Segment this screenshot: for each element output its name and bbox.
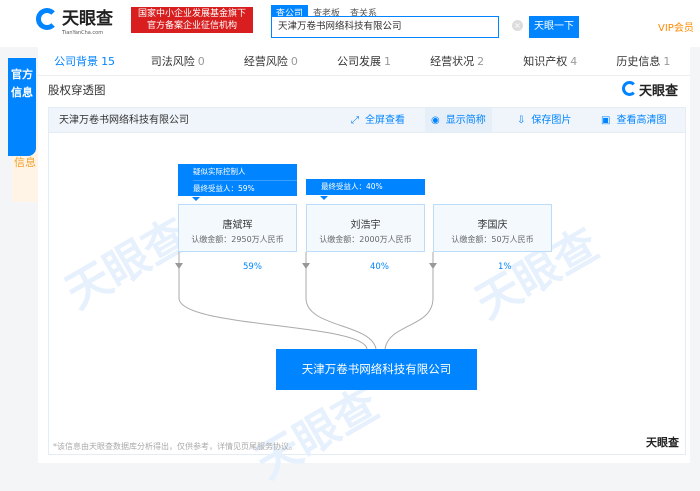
shareholder-amount: 认缴金额：2950万人民币: [191, 235, 284, 244]
badge-line: 官方备案企业征信机构: [146, 21, 237, 31]
shareholder-amount: 认缴金额：50万人民币: [451, 235, 534, 244]
tab-count: 15: [101, 55, 116, 68]
tab-count: 1: [383, 55, 391, 68]
tab-count: 4: [570, 55, 578, 68]
share-percent: 59%: [243, 262, 262, 272]
company-node[interactable]: 天津万卷书网络科技有限公司: [276, 349, 477, 390]
tab-operating-risk[interactable]: 经营风险 0: [224, 47, 317, 75]
tab-count: 0: [290, 55, 298, 68]
equity-chart: 天津万卷书网络科技有限公司 ⤢ 全屏查看 ◉ 显示简称 ⇩ 保存图片 ▣ 查看高清图 天…: [48, 107, 686, 489]
tab-judicial-risk[interactable]: 司法风险 0: [131, 47, 224, 75]
badge-line: 国家中小企业发展基金旗下: [137, 9, 246, 19]
tab-label: 司法风险: [150, 55, 195, 68]
controller-tag: 疑似实际控制人最终受益人：59%: [178, 164, 297, 201]
header: 天眼查 TianYanCha.com 国家中小企业发展基金旗下 官方备案企业征信机构…: [0, 0, 700, 47]
tab-label: 经营状况: [430, 55, 475, 68]
shareholder-node[interactable]: 唐斌珲认缴金额：2950万人民币: [178, 204, 297, 252]
clear-icon[interactable]: ×: [512, 20, 523, 31]
tab-label: 历史信息: [616, 55, 661, 68]
connector-lines: [175, 252, 437, 350]
tag-text: 疑似实际控制人: [193, 167, 246, 176]
tab-label: 公司背景: [54, 55, 99, 68]
shareholder-node[interactable]: 李国庆认缴金额：50万人民币: [433, 204, 552, 252]
tab-count: 1: [663, 55, 671, 68]
tab-count: 0: [197, 55, 205, 68]
tag-text: 最终受益人：59%: [193, 180, 297, 196]
tab-intellectual-property[interactable]: 知识产权 4: [504, 47, 597, 75]
tab-company-development[interactable]: 公司发展 1: [317, 47, 410, 75]
tab-label: 知识产权: [523, 55, 568, 68]
shareholder-amount: 认缴金额：2000万人民币: [319, 235, 412, 244]
tab-label: 公司发展: [336, 55, 381, 68]
main-panel: 公司背景 15 司法风险 0 经营风险 0 公司发展 1 经营状况 2 知识产权 4 历史信…: [38, 47, 690, 489]
logo-icon: [36, 8, 58, 30]
tab-history[interactable]: 历史信息 1: [597, 47, 690, 75]
tab-count: 2: [477, 55, 485, 68]
shareholder-name: 唐斌珲: [222, 220, 253, 231]
shareholder-name: 李国庆: [477, 220, 508, 231]
share-percent: 1%: [498, 262, 512, 272]
shareholder-node[interactable]: 刘浩宇认缴金额：2000万人民币: [306, 204, 425, 252]
tab-label: 经营风险: [243, 55, 288, 68]
section-logo: 天眼查: [622, 80, 678, 99]
search-input[interactable]: 天津万卷书网络科技有限公司: [271, 16, 499, 38]
tianyancha-logo[interactable]: 天眼查 TianYanCha.com: [36, 8, 113, 36]
beneficiary-tag: 最终受益人：40%: [306, 179, 425, 200]
search-button[interactable]: 天眼一下: [529, 16, 579, 38]
tag-text: 最终受益人：40%: [321, 182, 383, 191]
section-title: 股权穿透图: [48, 83, 106, 97]
official-badge: 国家中小企业发展基金旗下 官方备案企业征信机构: [131, 7, 253, 33]
side-tab-official-info[interactable]: 官方信息: [8, 58, 36, 156]
tab-company-background[interactable]: 公司背景 15: [38, 47, 132, 75]
nav-tabs: 公司背景 15 司法风险 0 经营风险 0 公司发展 1 经营状况 2 知识产权 4 历史信…: [38, 47, 690, 76]
share-percent: 40%: [370, 262, 389, 272]
disclaimer: *该信息由天眼查数据库分析得出，仅供参考，详情见页尾服务协议。: [53, 442, 297, 451]
tab-operating-status[interactable]: 经营状况 2: [411, 47, 504, 75]
shareholder-name: 刘浩宇: [350, 220, 381, 231]
vip-link[interactable]: VIP会员: [658, 19, 694, 34]
footer-logo: 天眼查: [646, 436, 679, 449]
